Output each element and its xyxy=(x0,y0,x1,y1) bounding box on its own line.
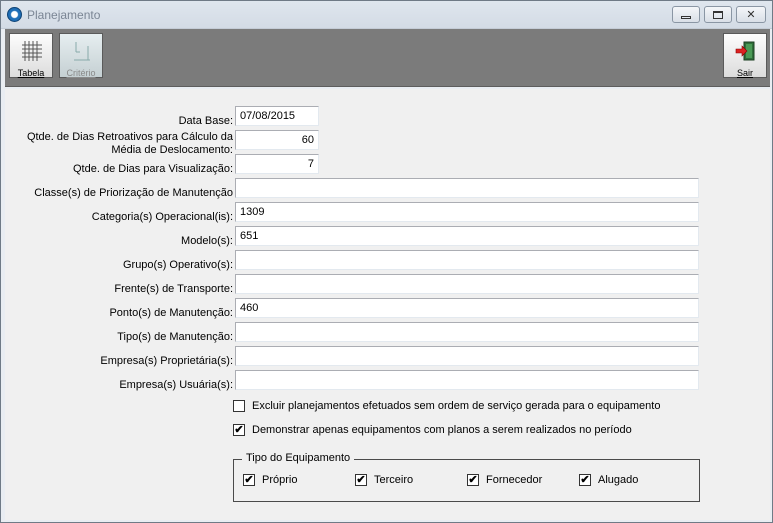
fornecedor-option[interactable]: ✔ Fornecedor xyxy=(467,474,542,486)
title-bar: Planejamento ✕ xyxy=(1,1,772,29)
grupos-label: Grupo(s) Operativo(s): xyxy=(122,259,233,271)
modelos-input[interactable]: 651 xyxy=(235,226,699,246)
frentes-label: Frente(s) de Transporte: xyxy=(114,283,233,295)
proprio-checkbox[interactable]: ✔ xyxy=(243,474,255,486)
alugado-label: Alugado xyxy=(598,474,639,486)
grid-table-icon xyxy=(22,41,42,61)
modelos-label: Modelo(s): xyxy=(181,235,233,247)
fornecedor-checkbox[interactable]: ✔ xyxy=(467,474,479,486)
pontos-input[interactable]: 460 xyxy=(235,298,699,318)
grupos-input[interactable] xyxy=(235,250,699,270)
criterio-button[interactable]: Critério xyxy=(59,33,103,78)
fornecedor-label: Fornecedor xyxy=(486,474,543,486)
dias-retro-label-line1: Qtde. de Dias Retroativos para Cálculo d… xyxy=(26,131,233,143)
categorias-input[interactable]: 1309 xyxy=(235,202,699,222)
tabela-label: Tabela xyxy=(17,68,45,78)
tipo-equipamento-group: Tipo do Equipamento ✔ Próprio ✔ Terceiro… xyxy=(233,452,700,502)
proprio-option[interactable]: ✔ Próprio xyxy=(243,474,297,486)
empresa-usu-label: Empresa(s) Usuária(s): xyxy=(119,379,233,391)
form-area: Data Base: 07/08/2015 Qtde. de Dias Retr… xyxy=(5,89,770,520)
toolbar: Tabela Critério Sair xyxy=(5,29,770,87)
pontos-label: Ponto(s) de Manutenção: xyxy=(109,307,233,319)
dias-retro-label-line2: Média de Deslocamento: xyxy=(111,144,233,156)
sair-button[interactable]: Sair xyxy=(723,33,767,78)
close-icon: ✕ xyxy=(746,9,756,21)
data-base-input[interactable]: 07/08/2015 xyxy=(235,106,319,126)
proprio-label: Próprio xyxy=(262,474,298,486)
alugado-checkbox[interactable]: ✔ xyxy=(579,474,591,486)
exit-door-icon xyxy=(735,41,755,61)
maximize-button[interactable] xyxy=(704,6,732,23)
sair-label: Sair xyxy=(736,68,753,78)
terceiro-label: Terceiro xyxy=(374,474,414,486)
tipos-input[interactable] xyxy=(235,322,699,342)
terceiro-checkbox[interactable]: ✔ xyxy=(355,474,367,486)
alugado-option[interactable]: ✔ Alugado xyxy=(579,474,638,486)
empresa-prop-input[interactable] xyxy=(235,346,699,366)
criteria-icon xyxy=(74,42,90,61)
maximize-icon xyxy=(713,10,723,19)
tipos-label: Tipo(s) de Manutenção: xyxy=(117,331,233,343)
categorias-label: Categoria(s) Operacional(is): xyxy=(91,211,233,223)
terceiro-option[interactable]: ✔ Terceiro xyxy=(355,474,413,486)
dias-visual-label: Qtde. de Dias para Visualização: xyxy=(73,163,233,175)
excluir-label: Excluir planejamentos efetuados sem orde… xyxy=(252,400,661,412)
close-button[interactable]: ✕ xyxy=(736,6,766,23)
data-base-label: Data Base: xyxy=(178,115,233,127)
app-logo-icon xyxy=(7,7,22,22)
tipo-equipamento-title: Tipo do Equipamento xyxy=(242,452,355,464)
excluir-checkbox[interactable] xyxy=(233,400,245,412)
empresa-prop-label: Empresa(s) Proprietária(s): xyxy=(100,355,233,367)
demonstrar-option[interactable]: ✔ Demonstrar apenas equipamentos com pla… xyxy=(233,424,632,436)
demonstrar-label: Demonstrar apenas equipamentos com plano… xyxy=(252,424,632,436)
demonstrar-checkbox[interactable]: ✔ xyxy=(233,424,245,436)
minimize-icon xyxy=(681,15,691,19)
tabela-button[interactable]: Tabela xyxy=(9,33,53,78)
excluir-option[interactable]: Excluir planejamentos efetuados sem orde… xyxy=(233,400,660,412)
criterio-label: Critério xyxy=(66,68,96,78)
window-title: Planejamento xyxy=(27,8,101,22)
minimize-button[interactable] xyxy=(672,6,700,23)
classes-input[interactable] xyxy=(235,178,699,198)
dias-retro-input[interactable]: 60 xyxy=(235,130,319,150)
dias-visual-input[interactable]: 7 xyxy=(235,154,319,174)
classes-label: Classe(s) de Priorização de Manutenção xyxy=(34,187,233,199)
planejamento-window: Planejamento ✕ Tabela Critério Sair Data… xyxy=(0,0,773,523)
frentes-input[interactable] xyxy=(235,274,699,294)
empresa-usu-input[interactable] xyxy=(235,370,699,390)
